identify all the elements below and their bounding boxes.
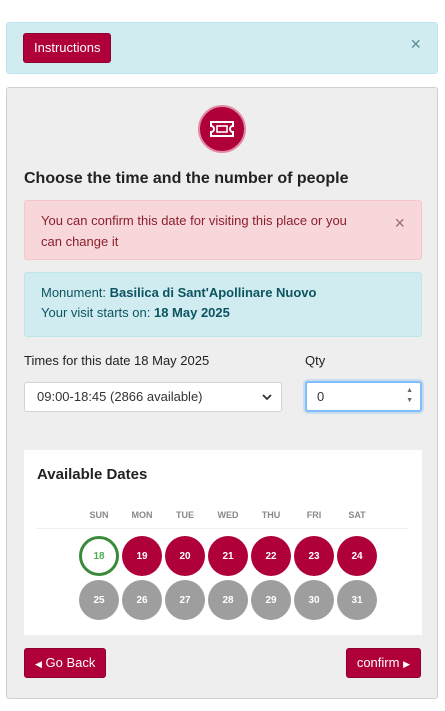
calendar-day[interactable]: 24 <box>337 536 377 576</box>
start-label: Your visit starts on: <box>41 305 151 320</box>
alert-text: You can confirm this date for visiting t… <box>41 213 347 249</box>
weekday-mon: MON <box>131 510 153 520</box>
calendar-day[interactable]: 21 <box>208 536 248 576</box>
calendar-day-unavailable: 26 <box>122 580 162 620</box>
calendar-day-unavailable: 25 <box>79 580 119 620</box>
calendar-day-unavailable: 28 <box>208 580 248 620</box>
chevron-down-icon <box>262 394 272 401</box>
calendar-day-selected[interactable]: 18 <box>79 536 119 576</box>
close-icon[interactable]: × <box>410 35 421 53</box>
weekday-sat: SAT <box>348 510 366 520</box>
quantity-stepper[interactable]: 0 ▲ ▼ <box>305 381 422 412</box>
calendar-day[interactable]: 19 <box>122 536 162 576</box>
calendar-day-unavailable: 27 <box>165 580 205 620</box>
booking-card: Choose the time and the number of people… <box>6 87 438 699</box>
time-select[interactable]: 09:00-18:45 (2866 available) <box>24 382 282 412</box>
qty-label: Qty <box>305 353 326 368</box>
calendar-day[interactable]: 23 <box>294 536 334 576</box>
go-back-label: Go Back <box>45 655 96 670</box>
confirm-label: confirm <box>356 655 400 670</box>
close-icon[interactable]: × <box>394 213 405 234</box>
weekday-tue: TUE <box>176 510 194 520</box>
dates-title: Available Dates <box>37 466 148 483</box>
instructions-banner: Instructions × <box>6 22 438 74</box>
start-value: 18 May 2025 <box>153 305 230 320</box>
confirm-button[interactable]: confirm ▶ <box>345 648 421 678</box>
ticket-badge <box>198 105 246 153</box>
weekday-thu: THU <box>261 510 281 520</box>
caret-left-icon: ◀ <box>35 659 42 669</box>
ticket-icon <box>210 121 234 137</box>
calendar-day-unavailable: 30 <box>294 580 334 620</box>
calendar-day-unavailable: 31 <box>337 580 377 620</box>
calendar-day[interactable]: 20 <box>165 536 205 576</box>
weekday-sun: SUN <box>89 510 109 520</box>
calendar-day-unavailable: 29 <box>251 580 291 620</box>
time-select-value: 09:00-18:45 (2866 available) <box>37 389 203 404</box>
weekday-fri: FRI <box>306 510 322 520</box>
page-title: Choose the time and the number of people <box>24 170 349 187</box>
date-warning-alert: You can confirm this date for visiting t… <box>24 200 422 260</box>
caret-right-icon: ▶ <box>403 659 410 669</box>
qty-value: 0 <box>317 389 325 404</box>
monument-label: Monument: <box>41 285 107 300</box>
visit-info-alert: Monument: Basilica di Sant'Apollinare Nu… <box>24 272 422 337</box>
available-dates-panel: Available Dates SUN MON TUE WED THU FRI … <box>24 450 422 635</box>
weekday-wed: WED <box>217 510 239 520</box>
monument-value: Basilica di Sant'Apollinare Nuovo <box>109 285 317 300</box>
go-back-button[interactable]: ◀ Go Back <box>24 648 107 678</box>
instructions-button[interactable]: Instructions <box>23 33 112 63</box>
divider <box>36 528 408 529</box>
spinner-arrows-icon[interactable]: ▲ ▼ <box>406 386 413 406</box>
times-label: Times for this date 18 May 2025 <box>24 353 210 368</box>
calendar-day[interactable]: 22 <box>251 536 291 576</box>
